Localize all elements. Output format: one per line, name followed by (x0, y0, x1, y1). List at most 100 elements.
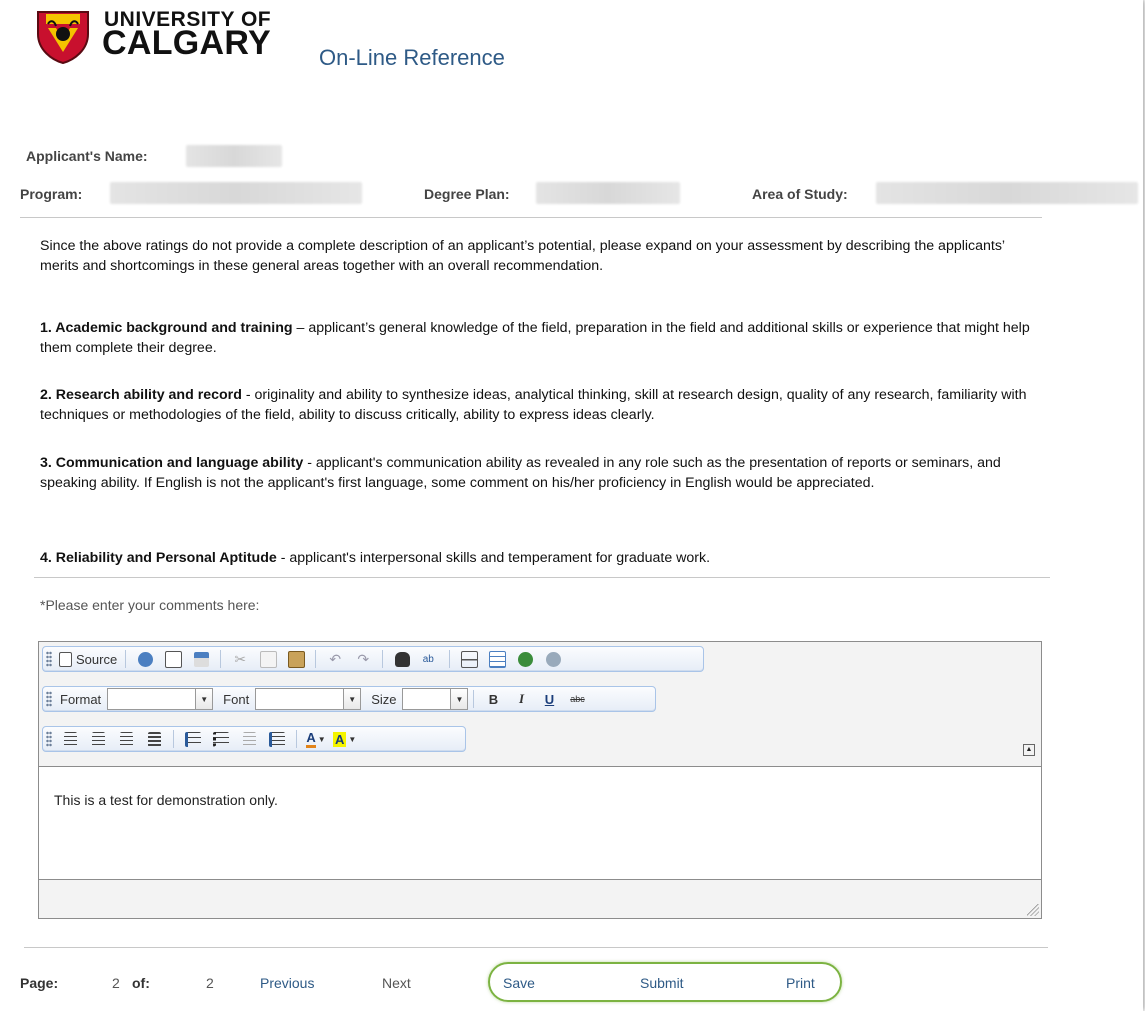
criterion-4: 4. Reliability and Personal Aptitude - a… (40, 548, 1030, 568)
editor-toolbar-row-3: A ▼ A ▼ (42, 726, 466, 752)
document-icon (59, 651, 72, 667)
scissors-icon: ✂ (234, 650, 247, 667)
font-select[interactable]: ▼ (255, 688, 362, 710)
font-label: Font (223, 691, 250, 707)
source-button[interactable]: Source (56, 648, 120, 670)
save-link[interactable]: Save (503, 975, 535, 991)
previous-link[interactable]: Previous (260, 975, 314, 991)
preview-button[interactable] (159, 648, 187, 670)
print-link[interactable]: Print (786, 975, 815, 991)
chevron-down-icon: ▼ (195, 689, 213, 709)
page-label: Page: (20, 975, 59, 991)
divider (20, 217, 1042, 218)
editor-content: This is a test for demonstration only. (54, 792, 278, 808)
degree-plan-label: Degree Plan: (424, 186, 510, 202)
print-editor-button[interactable] (187, 648, 215, 670)
unlink-button[interactable] (539, 648, 567, 670)
find-button[interactable] (388, 648, 416, 670)
table-button[interactable] (483, 648, 511, 670)
comment-editor-area[interactable]: This is a test for demonstration only. (39, 766, 1041, 880)
globe-unlink-icon (545, 651, 561, 667)
logo-text-line2: CALGARY (102, 24, 271, 62)
outdent-icon (242, 731, 256, 747)
chevron-down-icon: ▼ (348, 734, 357, 744)
page-total: 2 (206, 975, 214, 991)
copy-button[interactable] (254, 648, 282, 670)
align-right-button[interactable] (112, 728, 140, 750)
bullet-list-button[interactable] (207, 728, 235, 750)
undo-button[interactable]: ↶ (321, 648, 349, 670)
table-icon (488, 650, 506, 668)
toolbar-separator (315, 650, 317, 668)
align-center-button[interactable] (84, 728, 112, 750)
divider (34, 577, 1050, 578)
editor-toolbar-row-2: Format ▼ Font ▼ Size ▼ B I U abc (42, 686, 656, 712)
format-label: Format (60, 691, 102, 707)
criterion-title: 2. Research ability and record (40, 387, 242, 403)
program-label: Program: (20, 186, 83, 202)
italic-button[interactable]: I (507, 688, 535, 710)
criterion-title: 4. Reliability and Personal Aptitude (40, 550, 277, 566)
chevron-down-icon: ▼ (317, 734, 326, 744)
preview-icon (164, 650, 182, 668)
size-select[interactable]: ▼ (402, 688, 469, 710)
toolbar-separator (296, 730, 297, 748)
applicant-name-label: Applicant's Name: (26, 148, 148, 164)
paste-icon (287, 650, 305, 668)
replace-button[interactable]: ab (416, 648, 444, 670)
justify-icon (147, 731, 161, 747)
criterion-2: 2. Research ability and record - origina… (40, 385, 1030, 425)
outdent-button[interactable] (235, 728, 263, 750)
background-color-button[interactable]: A ▼ (330, 728, 359, 750)
indent-button[interactable] (263, 728, 291, 750)
undo-icon: ↶ (329, 650, 342, 667)
comments-label: *Please enter your comments here: (40, 597, 260, 613)
toolbar-grip-icon[interactable] (46, 731, 52, 747)
maximize-icon (137, 651, 153, 667)
chevron-down-icon: ▼ (450, 689, 468, 709)
cut-button[interactable]: ✂ (226, 648, 254, 670)
toolbar-separator (473, 690, 475, 708)
justify-button[interactable] (140, 728, 168, 750)
align-left-icon (63, 731, 77, 747)
bold-button[interactable]: B (479, 688, 507, 710)
area-of-study-value-redacted (876, 182, 1138, 204)
link-button[interactable] (511, 648, 539, 670)
indent-icon (269, 731, 285, 747)
page: UNIVERSITY OF CALGARY On-Line Reference … (0, 0, 1143, 1011)
criterion-3: 3. Communication and language ability - … (40, 453, 1030, 493)
next-link[interactable]: Next (382, 975, 411, 991)
toolbar-grip-icon[interactable] (46, 651, 52, 667)
horizontal-rule-icon (460, 650, 478, 668)
resize-handle-icon[interactable] (1027, 904, 1039, 916)
degree-plan-value-redacted (536, 182, 680, 204)
paste-button[interactable] (282, 648, 310, 670)
redo-button[interactable]: ↷ (349, 648, 377, 670)
collapse-toolbar-icon[interactable]: ▲ (1023, 744, 1035, 756)
horizontal-rule-button[interactable] (455, 648, 483, 670)
strikethrough-button[interactable]: abc (563, 688, 591, 710)
page-current: 2 (112, 975, 120, 991)
fit-window-button[interactable] (131, 648, 159, 670)
printer-icon (193, 651, 209, 667)
text-color-button[interactable]: A ▼ (302, 728, 330, 750)
editor-toolbar-row-1: Source ✂ ↶ ↷ ab (42, 646, 704, 672)
chevron-down-icon: ▼ (343, 689, 361, 709)
criterion-title: 1. Academic background and training (40, 320, 293, 336)
rich-text-editor: Source ✂ ↶ ↷ ab Format ▼ Font ▼ Size ▼ B… (38, 641, 1042, 919)
criterion-separator: - (241, 387, 255, 403)
binoculars-icon (394, 651, 410, 667)
toolbar-separator (449, 650, 451, 668)
numbered-list-button[interactable] (179, 728, 207, 750)
underline-button[interactable]: U (535, 688, 563, 710)
format-select[interactable]: ▼ (107, 688, 214, 710)
toolbar-separator (173, 730, 174, 748)
align-left-button[interactable] (56, 728, 84, 750)
replace-icon: ab (422, 653, 434, 665)
page-title: On-Line Reference (319, 45, 505, 70)
highlight-color-icon: A (333, 731, 347, 747)
submit-link[interactable]: Submit (640, 975, 684, 991)
applicant-name-value-redacted (186, 145, 282, 167)
toolbar-grip-icon[interactable] (46, 691, 52, 707)
criterion-separator: - (276, 550, 290, 566)
